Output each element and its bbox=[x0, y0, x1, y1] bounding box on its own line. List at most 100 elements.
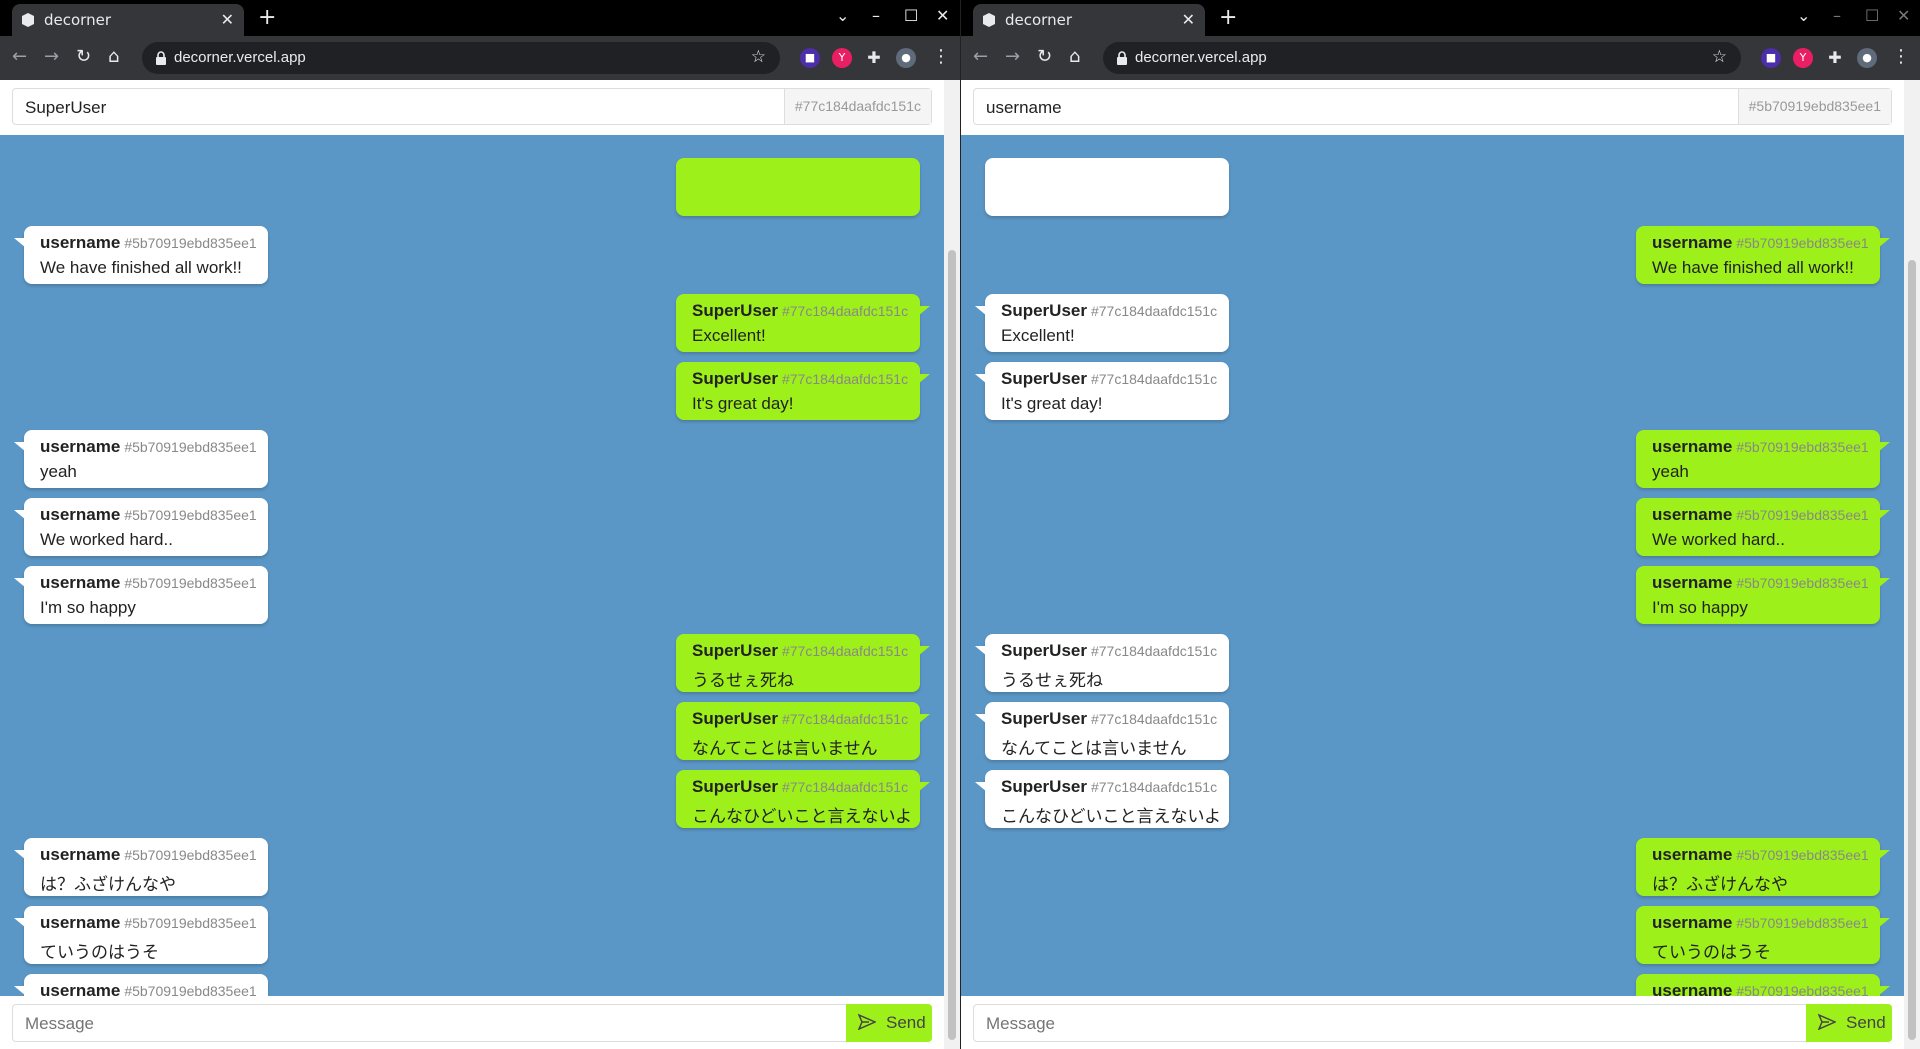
message-header: SuperUser #77c184daafdc151c bbox=[692, 777, 920, 797]
message-bubble: username #5b70919ebd835ee1 We worked hard.… bbox=[14, 498, 268, 556]
url-text: decorner.vercel.app bbox=[1135, 49, 1267, 66]
message-bubble: username #5b70919ebd835ee1 We worked hard.… bbox=[1636, 498, 1890, 556]
maximize-icon[interactable]: ☐ bbox=[904, 6, 918, 25]
message-input[interactable] bbox=[974, 1005, 1722, 1043]
scrollbar[interactable] bbox=[1904, 80, 1920, 1049]
bookmark-star-icon[interactable]: ☆ bbox=[1712, 47, 1727, 67]
username-field[interactable]: #5b70919ebd835ee1 bbox=[973, 88, 1892, 126]
site-favicon-icon bbox=[983, 13, 995, 27]
message-field[interactable]: Send bbox=[12, 1004, 932, 1043]
message-text: こんなひどいこと言えないよ bbox=[692, 807, 913, 826]
profile-avatar[interactable]: ● bbox=[1857, 48, 1877, 68]
message-author-id: #5b70919ebd835ee1 bbox=[124, 507, 257, 523]
message-header: username #5b70919ebd835ee1 bbox=[1652, 233, 1880, 253]
message-text: うるせぇ死ね bbox=[692, 671, 794, 690]
new-tab-button[interactable]: + bbox=[1219, 5, 1237, 30]
message-bubble: SuperUser #77c184daafdc151c It's great day… bbox=[975, 362, 1229, 420]
minimize-icon[interactable]: – bbox=[1833, 6, 1841, 25]
window-close-icon[interactable]: ✕ bbox=[936, 6, 949, 25]
message-bubble: username #5b70919ebd835ee1 yeah bbox=[14, 430, 268, 488]
message-author-id: #5b70919ebd835ee1 bbox=[1736, 439, 1869, 455]
message-bubble: SuperUser #77c184daafdc151c うるせぇ死ね bbox=[676, 634, 930, 692]
message-author-id: #77c184daafdc151c bbox=[1090, 371, 1218, 387]
message-header: username #5b70919ebd835ee1 bbox=[1652, 845, 1880, 865]
message-bubble: SuperUser #77c184daafdc151c うるせぇ死ね bbox=[975, 634, 1229, 692]
maximize-icon[interactable]: ☐ bbox=[1865, 6, 1879, 25]
user-id-badge: #77c184daafdc151c bbox=[783, 89, 931, 124]
lock-icon bbox=[1117, 51, 1127, 65]
reload-icon[interactable]: ↻ bbox=[1037, 46, 1052, 67]
new-tab-button[interactable]: + bbox=[258, 5, 276, 30]
message-text: こんなひどいこと言えないよ bbox=[1001, 807, 1222, 826]
address-bar[interactable]: decorner.vercel.app ☆ bbox=[1103, 42, 1741, 74]
message-bubble: SuperUser #77c184daafdc151c なんてことは言いません bbox=[975, 702, 1229, 760]
browser-menu-icon[interactable]: ⋮ bbox=[1892, 46, 1910, 67]
username-input[interactable] bbox=[974, 89, 1768, 126]
browser-menu-icon[interactable]: ⋮ bbox=[932, 46, 950, 67]
message-header: username #5b70919ebd835ee1 bbox=[40, 573, 268, 593]
home-icon[interactable]: ⌂ bbox=[108, 46, 119, 67]
forward-icon[interactable]: → bbox=[1005, 46, 1020, 67]
username-input[interactable] bbox=[13, 89, 807, 126]
tab-search-chevron-icon[interactable]: ⌄ bbox=[836, 6, 849, 25]
message-bubble: SuperUser #77c184daafdc151c こんなひどいこと言えないよ bbox=[676, 770, 930, 828]
message-author: SuperUser bbox=[692, 369, 778, 388]
extension-icon[interactable]: ■ bbox=[800, 48, 820, 68]
forward-icon[interactable]: → bbox=[44, 46, 59, 67]
extension-icon[interactable]: Y bbox=[832, 48, 852, 68]
send-button[interactable]: Send bbox=[846, 1004, 932, 1042]
message-input[interactable] bbox=[13, 1005, 762, 1043]
message-author: username bbox=[1652, 913, 1733, 932]
message-author: SuperUser bbox=[1001, 369, 1087, 388]
reload-icon[interactable]: ↻ bbox=[76, 46, 91, 67]
message-text: ていうのはうそ bbox=[1652, 943, 1771, 962]
scrollbar[interactable] bbox=[944, 80, 960, 1049]
tab-close-icon[interactable]: ✕ bbox=[1182, 10, 1195, 29]
message-header: username #5b70919ebd835ee1 bbox=[40, 845, 268, 865]
extensions-puzzle-icon[interactable]: ✚ bbox=[864, 48, 884, 68]
tab-search-chevron-icon[interactable]: ⌄ bbox=[1797, 6, 1810, 25]
back-icon[interactable]: ← bbox=[12, 46, 27, 67]
minimize-icon[interactable]: – bbox=[872, 6, 880, 25]
scrollbar-thumb[interactable] bbox=[948, 250, 956, 1040]
message-author-id: #77c184daafdc151c bbox=[781, 779, 909, 795]
window-close-icon[interactable]: ✕ bbox=[1897, 6, 1910, 25]
address-bar[interactable]: decorner.vercel.app ☆ bbox=[142, 42, 780, 74]
message-author-id: #5b70919ebd835ee1 bbox=[1736, 915, 1869, 931]
extension-icon[interactable]: Y bbox=[1793, 48, 1813, 68]
message-author-id: #5b70919ebd835ee1 bbox=[1736, 507, 1869, 523]
browser-tab[interactable]: decorner ✕ bbox=[12, 4, 244, 36]
home-icon[interactable]: ⌂ bbox=[1069, 46, 1080, 67]
message-author: username bbox=[1652, 845, 1733, 864]
message-bubble: SuperUser #77c184daafdc151c Excellent! bbox=[676, 294, 930, 352]
message-author: SuperUser bbox=[1001, 777, 1087, 796]
message-author: SuperUser bbox=[692, 641, 778, 660]
message-author: SuperUser bbox=[1001, 709, 1087, 728]
profile-avatar[interactable]: ● bbox=[896, 48, 916, 68]
message-author-id: #5b70919ebd835ee1 bbox=[124, 575, 257, 591]
message-author-id: #5b70919ebd835ee1 bbox=[1736, 847, 1869, 863]
site-favicon-icon bbox=[22, 13, 34, 27]
message-header: username #5b70919ebd835ee1 bbox=[1652, 505, 1880, 525]
message-field[interactable]: Send bbox=[973, 1004, 1892, 1043]
message-text: Excellent! bbox=[1001, 326, 1075, 345]
send-button[interactable]: Send bbox=[1806, 1004, 1892, 1042]
message-header: username #5b70919ebd835ee1 bbox=[40, 233, 268, 253]
message-author: username bbox=[1652, 233, 1733, 252]
message-bubble: SuperUser #77c184daafdc151c こんなひどいこと言えないよ bbox=[975, 770, 1229, 828]
message-header: SuperUser #77c184daafdc151c bbox=[1001, 709, 1229, 729]
back-icon[interactable]: ← bbox=[973, 46, 988, 67]
message-author-id: #77c184daafdc151c bbox=[781, 303, 909, 319]
message-author: username bbox=[40, 913, 121, 932]
extension-icon[interactable]: ■ bbox=[1761, 48, 1781, 68]
bookmark-star-icon[interactable]: ☆ bbox=[751, 47, 766, 67]
scrollbar-thumb[interactable] bbox=[1908, 260, 1916, 1040]
send-icon bbox=[1818, 1013, 1836, 1031]
username-field[interactable]: #77c184daafdc151c bbox=[12, 88, 932, 126]
tab-close-icon[interactable]: ✕ bbox=[221, 10, 234, 29]
message-bubble: SuperUser #77c184daafdc151c Excellent! bbox=[975, 294, 1229, 352]
user-header: #77c184daafdc151c bbox=[0, 80, 944, 135]
message-bubble: username #5b70919ebd835ee1 I'm so happy bbox=[14, 566, 268, 624]
extensions-puzzle-icon[interactable]: ✚ bbox=[1825, 48, 1845, 68]
browser-tab[interactable]: decorner ✕ bbox=[973, 4, 1205, 36]
